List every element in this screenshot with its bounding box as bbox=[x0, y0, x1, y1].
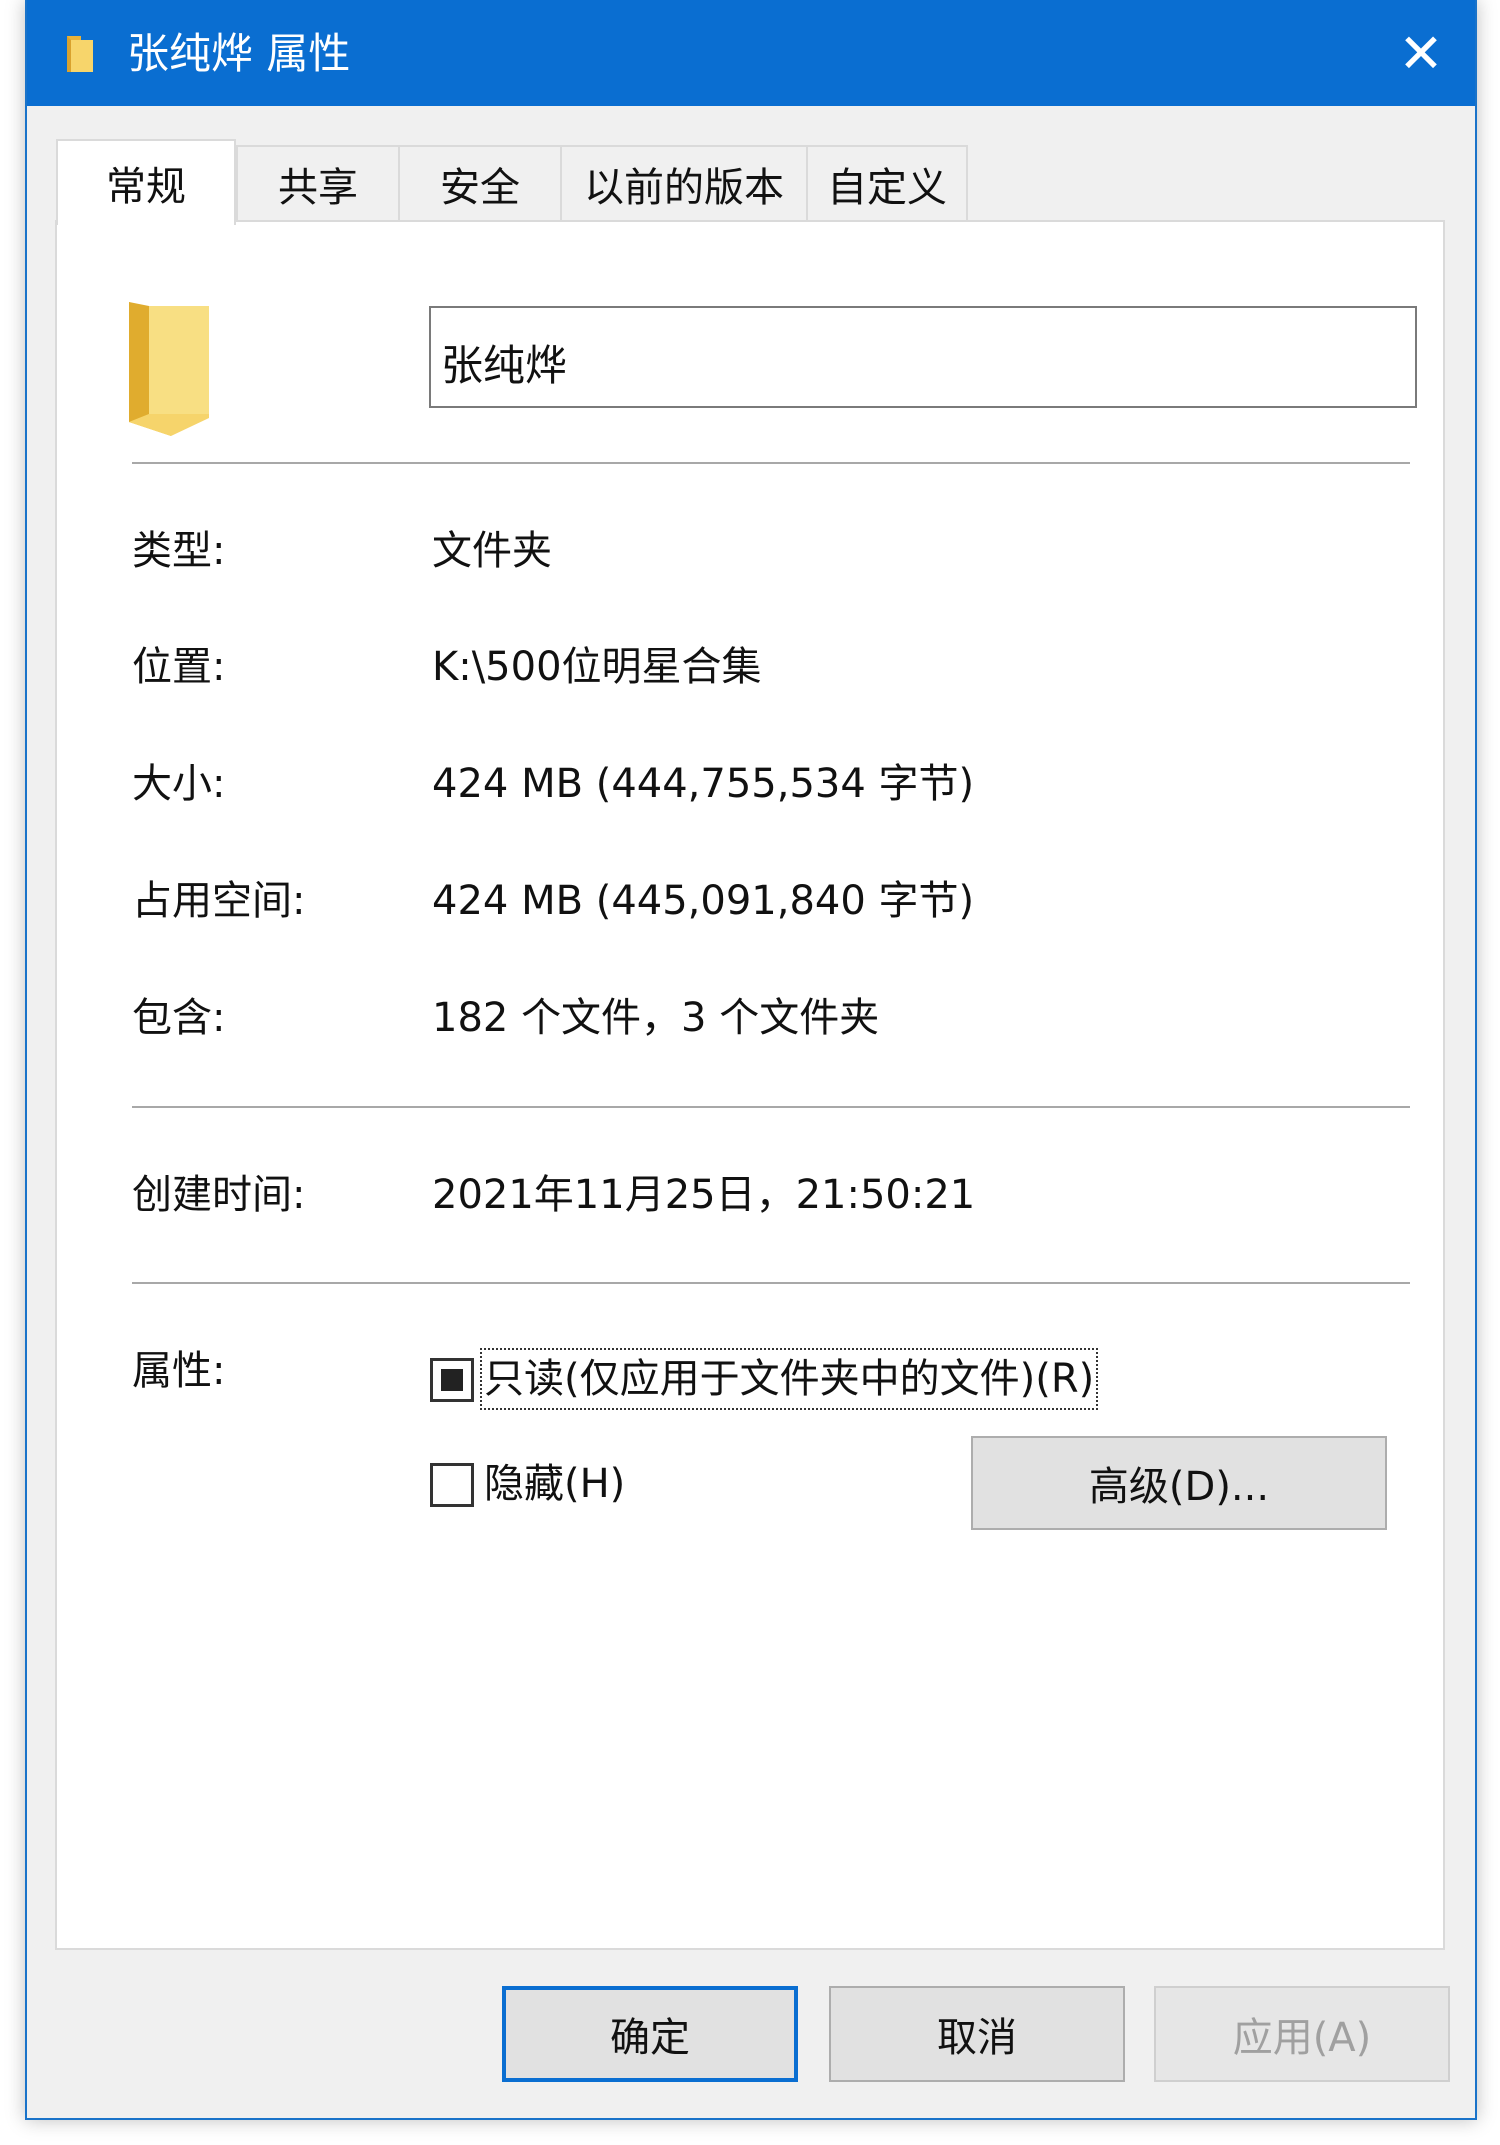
apply-button[interactable]: 应用(A) bbox=[1154, 1986, 1450, 2082]
created-value: 2021年11月25日，21:50:21 bbox=[432, 1172, 976, 1218]
contains-label: 包含: bbox=[132, 995, 226, 1041]
advanced-button[interactable]: 高级(D)... bbox=[971, 1436, 1387, 1530]
hidden-label[interactable]: 隐藏(H) bbox=[484, 1457, 625, 1511]
window-title: 张纯烨 属性 bbox=[127, 29, 351, 78]
size-label: 大小: bbox=[132, 761, 226, 807]
size-value: 424 MB (444,755,534 字节) bbox=[432, 761, 975, 807]
contains-value: 182 个文件，3 个文件夹 bbox=[432, 995, 880, 1041]
type-value: 文件夹 bbox=[432, 528, 552, 574]
tab-general[interactable]: 常规 bbox=[56, 139, 236, 225]
title-bar[interactable]: 张纯烨 属性 ✕ bbox=[27, 0, 1475, 106]
type-label: 类型: bbox=[132, 528, 226, 574]
divider bbox=[132, 1106, 1410, 1108]
properties-dialog: 张纯烨 属性 ✕ 常规 共享 安全 以前的版本 自定义 类型: 文件夹 位置: … bbox=[25, 0, 1477, 2120]
close-icon[interactable]: ✕ bbox=[1389, 22, 1453, 86]
general-panel bbox=[55, 220, 1445, 1950]
disk-size-label: 占用空间: bbox=[132, 878, 306, 924]
tab-previous-versions[interactable]: 以前的版本 bbox=[560, 145, 808, 221]
indeterminate-mark bbox=[441, 1369, 463, 1391]
hidden-checkbox[interactable] bbox=[430, 1463, 474, 1507]
attributes-label: 属性: bbox=[132, 1348, 226, 1394]
divider bbox=[132, 462, 1410, 464]
tab-sharing[interactable]: 共享 bbox=[236, 145, 400, 221]
readonly-checkbox[interactable] bbox=[430, 1358, 474, 1402]
folder-icon bbox=[129, 302, 209, 436]
tab-security[interactable]: 安全 bbox=[398, 145, 562, 221]
disk-size-value: 424 MB (445,091,840 字节) bbox=[432, 878, 975, 924]
ok-button[interactable]: 确定 bbox=[502, 1986, 798, 2082]
folder-name-input[interactable] bbox=[429, 306, 1417, 408]
location-label: 位置: bbox=[132, 644, 226, 690]
location-value: K:\500位明星合集 bbox=[432, 644, 762, 690]
cancel-button[interactable]: 取消 bbox=[829, 1986, 1125, 2082]
created-label: 创建时间: bbox=[132, 1172, 306, 1218]
tab-customize[interactable]: 自定义 bbox=[806, 145, 968, 221]
readonly-label[interactable]: 只读(仅应用于文件夹中的文件)(R) bbox=[479, 1348, 1099, 1410]
folder-icon bbox=[67, 36, 93, 72]
divider bbox=[132, 1282, 1410, 1284]
